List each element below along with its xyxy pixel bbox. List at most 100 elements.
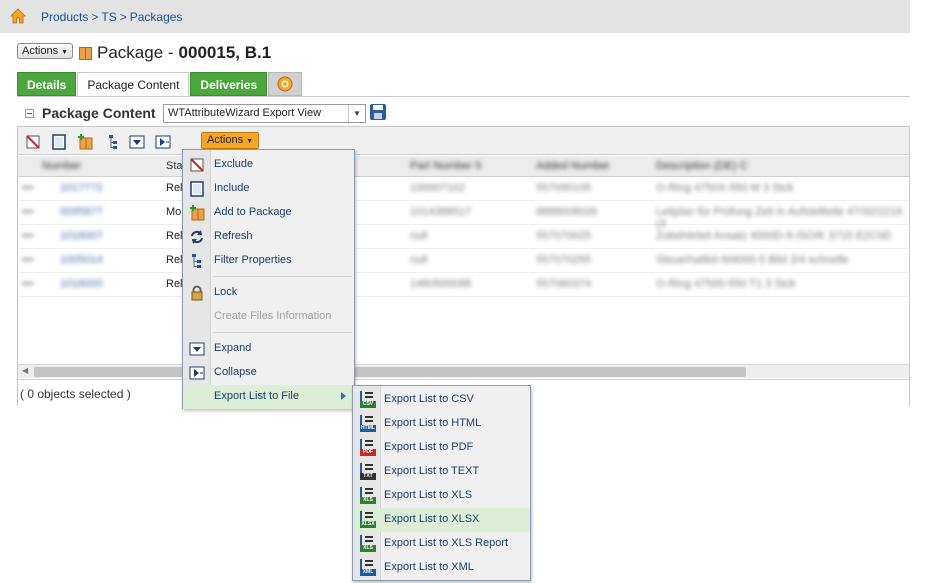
breadcrumb-separator: > (119, 10, 127, 24)
tab-package-content[interactable]: Package Content (77, 72, 190, 96)
menu-item-label: Export List to HTML (384, 417, 482, 429)
menu-item-export-text[interactable]: TXT Export List to TEXT (353, 460, 530, 484)
lock-icon (191, 285, 203, 301)
object-id: 000015, B.1 (178, 43, 272, 62)
exclude-icon[interactable] (25, 134, 41, 150)
column-header-description[interactable]: Description (DE) C (656, 160, 748, 172)
menu-item-label: Add to Package (214, 206, 292, 218)
table-row[interactable]: ▪▪▪ 0095877 Mo 1014388517 8888008026 Lei… (18, 201, 909, 230)
column-header-part-number[interactable]: Part Number 5 (410, 160, 482, 172)
chevron-down-icon: ▼ (61, 49, 69, 56)
save-view-icon[interactable] (370, 104, 386, 120)
menu-item-include[interactable]: Include (183, 177, 354, 201)
view-select[interactable]: WTAttributeWizard Export View ▼ (163, 104, 366, 123)
tab-add[interactable] (268, 72, 303, 96)
object-type-label: Package - (97, 43, 174, 62)
tab-divider (17, 96, 910, 97)
package-icon (79, 46, 92, 60)
menu-item-label: Export List to CSV (384, 393, 474, 405)
breadcrumb-separator: > (91, 10, 99, 24)
row-status: Rel (166, 278, 183, 290)
menu-item-label: Export List to TEXT (384, 465, 480, 477)
window-margin (910, 0, 945, 583)
section-title: Package Content (42, 105, 156, 121)
xls-file-icon: XLS (359, 487, 377, 505)
include-icon[interactable] (51, 134, 67, 150)
column-header-status[interactable]: Sta (166, 160, 183, 172)
tab-bar: Details Package Content Deliveries (17, 72, 303, 96)
scrollbar-thumb[interactable] (34, 367, 746, 377)
submenu-arrow-icon (341, 392, 346, 400)
add-to-package-icon[interactable] (77, 134, 93, 150)
table-row[interactable]: ▪▪▪ 1017772 Rel 100007102 557090105 O-Ri… (18, 177, 909, 201)
menu-item-label: Lock (214, 286, 238, 298)
menu-item-export-csv[interactable]: CSV Export List to CSV (353, 388, 530, 412)
pdf-file-icon: PDF (359, 439, 377, 457)
expand-icon[interactable] (129, 134, 145, 150)
breadcrumb-bar: Products > TS > Packages (0, 0, 910, 33)
table-row[interactable]: ▪▪▪ 1005014 Rel null 557070255 Steuerhal… (18, 249, 909, 273)
menu-item-label: Export List to XLSX (384, 513, 480, 525)
menu-item-label: Filter Properties (214, 254, 292, 266)
table-row[interactable]: ▪▪▪ 1018007 Rel null 557070025 Zubehörte… (18, 225, 909, 249)
menu-item-export-html[interactable]: HTML Export List to HTML (353, 412, 530, 436)
menu-item-label: Export List to XLS Report (384, 537, 509, 549)
menu-item-label: Export List to XML (384, 561, 474, 573)
menu-item-expand[interactable]: Expand (183, 337, 354, 361)
menu-item-label: Export List to File (214, 390, 299, 402)
table-toolbar: Actions ▼ (18, 127, 909, 155)
expand-icon (189, 342, 205, 356)
menu-item-export-xls[interactable]: XLS Export List to XLS (353, 484, 530, 508)
menu-item-export-pdf[interactable]: PDF Export List to PDF (353, 436, 530, 460)
xml-file-icon: XML (359, 559, 377, 577)
menu-item-label: Exclude (214, 158, 254, 170)
menu-item-filter-properties[interactable]: Filter Properties (183, 249, 354, 273)
menu-item-export-list-to-file[interactable]: Export List to File (183, 385, 354, 409)
breadcrumb-products[interactable]: Products (41, 10, 88, 24)
table-header: Number Sta Part Number 5 Added Number De… (18, 156, 909, 177)
menu-item-label: Refresh (214, 230, 253, 242)
xlsx-file-icon: XLSX (359, 511, 377, 529)
collapse-icon (189, 366, 205, 380)
refresh-icon (191, 230, 203, 244)
menu-item-add-to-package[interactable]: Add to Package (183, 201, 354, 225)
view-select-value: WTAttributeWizard Export View (168, 107, 322, 119)
menu-item-label: Export List to PDF (384, 441, 474, 453)
row-status: Rel (166, 230, 183, 242)
table-row[interactable]: ▪▪▪ 1018000 Rel 1480500088 557060374 O-R… (18, 273, 909, 297)
selection-status: ( 0 objects selected ) (20, 387, 131, 401)
header-actions-button[interactable]: Actions ▼ (17, 43, 74, 59)
menu-item-exclude[interactable]: Exclude (183, 153, 354, 177)
menu-item-export-xls-report[interactable]: XLS Export List to XLS Report (353, 532, 530, 556)
menu-item-lock[interactable]: Lock (183, 281, 354, 305)
menu-item-export-xml[interactable]: XML Export List to XML (353, 556, 530, 580)
menu-item-collapse[interactable]: Collapse (183, 361, 354, 385)
exclude-icon (190, 158, 204, 172)
breadcrumb: Products > TS > Packages (41, 10, 182, 24)
horizontal-scrollbar[interactable]: ◀ (18, 364, 909, 378)
filter-properties-icon[interactable] (103, 134, 119, 150)
tab-details[interactable]: Details (17, 72, 77, 96)
menu-item-label: Export List to XLS (384, 489, 473, 501)
section-collapse-toggle[interactable] (25, 109, 34, 118)
menu-item-create-files-information: Create Files Information (183, 305, 354, 329)
column-header-number[interactable]: Number (42, 160, 81, 172)
tab-deliveries[interactable]: Deliveries (190, 72, 268, 96)
header-actions-label: Actions (22, 45, 59, 57)
breadcrumb-ts[interactable]: TS (101, 10, 116, 24)
text-file-icon: TXT (359, 463, 377, 481)
breadcrumb-packages[interactable]: Packages (130, 10, 183, 24)
menu-item-export-xlsx[interactable]: XLSX Export List to XLSX (353, 508, 530, 532)
filter-properties-icon (192, 254, 201, 268)
row-status: Rel (166, 182, 183, 194)
menu-item-label: Include (214, 182, 250, 194)
table-actions-button[interactable]: Actions ▼ (201, 132, 260, 149)
column-header-added-number[interactable]: Added Number (536, 160, 610, 172)
chevron-down-icon[interactable]: ▼ (348, 105, 365, 122)
menu-item-refresh[interactable]: Refresh (183, 225, 354, 249)
menu-item-label: Expand (214, 342, 252, 354)
add-to-package-icon (190, 205, 205, 221)
collapse-icon[interactable] (155, 134, 171, 150)
scroll-left-icon[interactable]: ◀ (22, 366, 28, 375)
home-icon[interactable] (10, 8, 26, 24)
